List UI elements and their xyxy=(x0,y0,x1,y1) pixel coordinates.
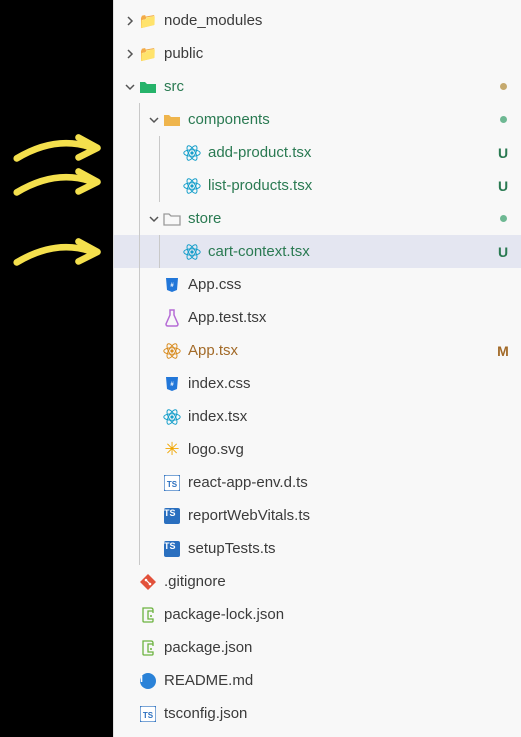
tree-item-gitignore[interactable]: .gitignore xyxy=(114,565,521,598)
tree-item-App.test[interactable]: App.test.tsx xyxy=(114,301,521,334)
git-status-badge: U xyxy=(493,178,513,194)
chevron-down-icon[interactable] xyxy=(146,115,162,125)
react-icon xyxy=(182,176,202,196)
tree-item-index.css[interactable]: # index.css xyxy=(114,367,521,400)
tree-item-label: App.test.tsx xyxy=(188,309,513,326)
chevron-right-icon[interactable] xyxy=(122,49,138,59)
tree-item-list-products[interactable]: list-products.tsxU xyxy=(114,169,521,202)
tree-item-react-app-env[interactable]: TS react-app-env.d.ts xyxy=(114,466,521,499)
git-status-badge: M xyxy=(493,343,513,359)
annotation-arrow xyxy=(12,128,107,166)
info-icon: i xyxy=(138,671,158,691)
tree-item-label: package-lock.json xyxy=(164,606,513,623)
tree-item-package-lock[interactable]: package-lock.json xyxy=(114,598,521,631)
tree-item-public[interactable]: 📁 public xyxy=(114,37,521,70)
tree-item-label: reportWebVitals.ts xyxy=(188,507,513,524)
tree-item-label: react-app-env.d.ts xyxy=(188,474,513,491)
tree-item-label: package.json xyxy=(164,639,513,656)
git-status-dot xyxy=(500,215,507,222)
folder-plain-icon xyxy=(162,209,182,229)
react-orange-icon xyxy=(162,341,182,361)
tree-item-label: index.tsx xyxy=(188,408,513,425)
react-icon xyxy=(162,407,182,427)
tree-item-components[interactable]: components xyxy=(114,103,521,136)
tree-item-label: App.tsx xyxy=(188,342,493,359)
tree-item-logo.svg[interactable]: ✳ logo.svg xyxy=(114,433,521,466)
tree-item-label: logo.svg xyxy=(188,441,513,458)
annotation-arrow xyxy=(12,232,107,270)
css-icon: # xyxy=(162,374,182,394)
react-icon xyxy=(182,143,202,163)
tree-item-label: node_modules xyxy=(164,12,513,29)
tree-item-label: App.css xyxy=(188,276,513,293)
chevron-down-icon[interactable] xyxy=(122,82,138,92)
svg-icon: ✳ xyxy=(162,440,182,460)
git-status-dot xyxy=(500,83,507,90)
tree-item-add-product[interactable]: add-product.tsxU xyxy=(114,136,521,169)
ts-icon: TS xyxy=(138,704,158,724)
tree-item-App.css[interactable]: # App.css xyxy=(114,268,521,301)
tree-item-index.tsx[interactable]: index.tsx xyxy=(114,400,521,433)
npm-icon xyxy=(138,605,158,625)
tree-item-label: cart-context.tsx xyxy=(208,243,493,260)
css-icon: # xyxy=(162,275,182,295)
tree-item-store[interactable]: store xyxy=(114,202,521,235)
tree-item-setupTests[interactable]: TS setupTests.ts xyxy=(114,532,521,565)
annotation-column xyxy=(0,0,113,737)
svg-text:TS: TS xyxy=(143,711,154,720)
tree-item-label: setupTests.ts xyxy=(188,540,513,557)
npm-icon xyxy=(138,638,158,658)
tree-item-label: src xyxy=(164,78,494,95)
tree-item-label: add-product.tsx xyxy=(208,144,493,161)
git-status-badge: U xyxy=(493,145,513,161)
tree-item-package[interactable]: package.json xyxy=(114,631,521,664)
tree-item-label: index.css xyxy=(188,375,513,392)
ts-icon: TS xyxy=(162,473,182,493)
tree-item-readme[interactable]: i README.md xyxy=(114,664,521,697)
tree-item-src[interactable]: src xyxy=(114,70,521,103)
tsfill-icon: TS xyxy=(162,539,182,559)
tree-item-tsconfig[interactable]: TS tsconfig.json xyxy=(114,697,521,730)
folder-comp-icon xyxy=(162,110,182,130)
tree-item-label: README.md xyxy=(164,672,513,689)
tree-item-reportWebVitals[interactable]: TS reportWebVitals.ts xyxy=(114,499,521,532)
flask-icon xyxy=(162,308,182,328)
chevron-right-icon[interactable] xyxy=(122,16,138,26)
tree-item-node_modules[interactable]: 📁 node_modules xyxy=(114,4,521,37)
git-status-badge: U xyxy=(493,244,513,260)
annotation-arrow xyxy=(12,162,107,200)
folder-src-icon xyxy=(138,77,158,97)
tree-item-label: .gitignore xyxy=(164,573,513,590)
folder-pub-icon: 📁 xyxy=(138,44,158,64)
git-status-dot xyxy=(500,116,507,123)
tree-item-label: list-products.tsx xyxy=(208,177,493,194)
tree-item-label: components xyxy=(188,111,494,128)
react-icon xyxy=(182,242,202,262)
tsfill-icon: TS xyxy=(162,506,182,526)
tree-item-App.tsx[interactable]: App.tsxM xyxy=(114,334,521,367)
tree-item-cart-context[interactable]: cart-context.tsxU xyxy=(114,235,521,268)
folder-node-icon: 📁 xyxy=(138,11,158,31)
chevron-down-icon[interactable] xyxy=(146,214,162,224)
tree-item-label: store xyxy=(188,210,494,227)
tree-item-label: tsconfig.json xyxy=(164,705,513,722)
tree-item-label: public xyxy=(164,45,513,62)
file-explorer-tree[interactable]: 📁 node_modules 📁 public src components add-pro… xyxy=(113,0,521,737)
git-icon xyxy=(138,572,158,592)
svg-text:TS: TS xyxy=(167,480,178,489)
